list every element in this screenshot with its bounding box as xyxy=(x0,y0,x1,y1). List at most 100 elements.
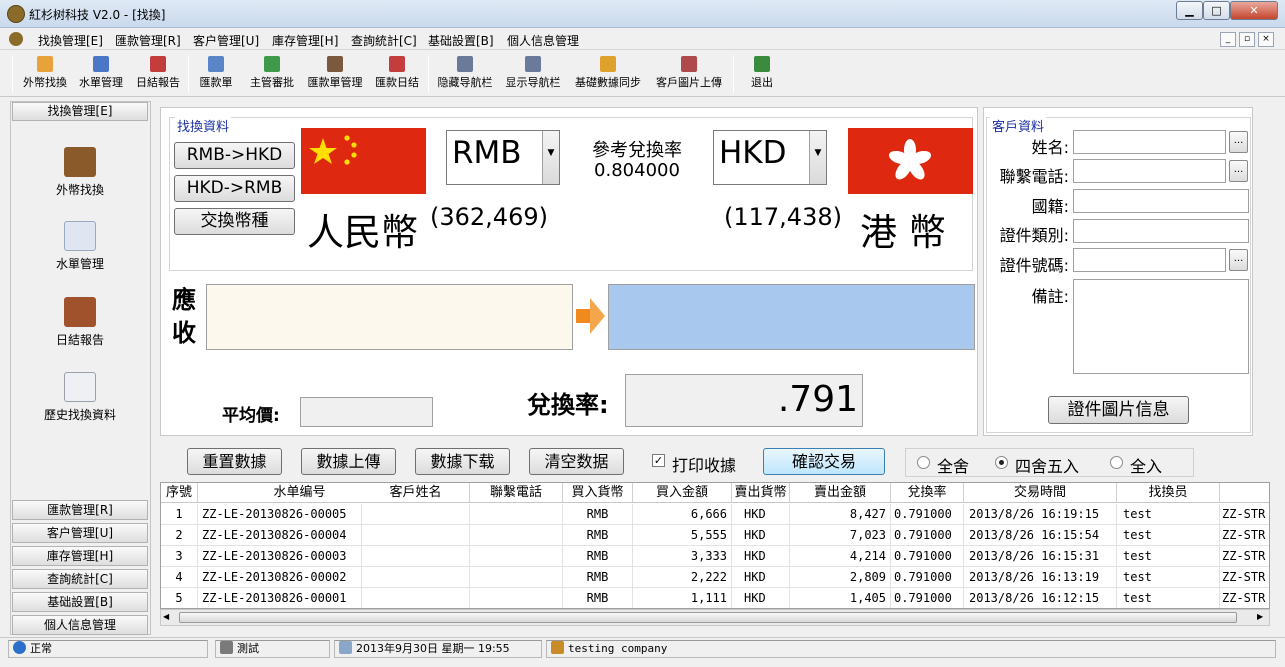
data-sync-button[interactable]: 基礎數據同步 xyxy=(569,51,647,97)
id-photo-button[interactable]: 證件圖片信息 xyxy=(1048,396,1189,424)
to-currency-select[interactable]: HKD ▼ xyxy=(713,130,827,185)
id-type-label: 證件類別: xyxy=(999,226,1069,245)
remittance-daily-button[interactable]: 匯款日结 xyxy=(370,51,424,97)
table-row[interactable]: 5 ZZ-LE-20130826-00001 RMB 1,111 HKD 1,405 0.7… xyxy=(161,588,1269,608)
mdi-close-icon[interactable]: × xyxy=(1258,32,1274,47)
id-number-input[interactable] xyxy=(1073,248,1226,272)
hide-nav-button[interactable]: 隐藏导航栏 xyxy=(433,51,497,97)
mdi-minimize-icon[interactable]: _ xyxy=(1220,32,1236,47)
from-amount-input[interactable] xyxy=(206,284,573,350)
customer-photo-upload-button[interactable]: 客戶圖片上傳 xyxy=(650,51,728,97)
table-cell: 2013/8/26 16:15:54 xyxy=(964,525,1117,546)
table-cell: HKD xyxy=(732,546,790,567)
sidebar-inventory[interactable]: 庫存管理[H] xyxy=(12,546,148,566)
table-cell: 2013/8/26 16:15:31 xyxy=(964,546,1117,567)
chevron-down-icon[interactable]: ▼ xyxy=(542,131,559,184)
receipt-management-button[interactable]: 水單管理 xyxy=(74,51,128,97)
col-header[interactable]: 賣出貨幣 xyxy=(732,483,790,503)
sidebar-item-daily-report[interactable]: 日結報告 xyxy=(12,297,148,348)
clear-data-button[interactable]: 清空数据 xyxy=(529,448,624,475)
daily-report-button[interactable]: 日結報告 xyxy=(131,51,185,97)
customer-name-label: 姓名: xyxy=(1031,138,1069,157)
sidebar-item-receipts[interactable]: 水單管理 xyxy=(12,221,148,272)
remittance-form-button[interactable]: 匯款單 xyxy=(194,51,238,97)
remittance-management-button[interactable]: 匯款單管理 xyxy=(302,51,368,97)
table-row[interactable]: 4 ZZ-LE-20130826-00002 RMB 2,222 HKD 2,809 0.7… xyxy=(161,567,1269,588)
sidebar-remittance[interactable]: 匯款管理[R] xyxy=(12,500,148,520)
table-cell: HKD xyxy=(732,504,790,525)
menu-exchange[interactable]: 找換管理[E] xyxy=(38,32,103,49)
rate-field[interactable]: .791 xyxy=(625,374,863,427)
confirm-transaction-button[interactable]: 確認交易 xyxy=(763,448,885,475)
remittance-icon xyxy=(208,56,224,72)
col-header[interactable]: 交易時間 xyxy=(964,483,1117,503)
horizontal-scrollbar[interactable]: ◀ ▶ xyxy=(160,609,1270,626)
menu-customer[interactable]: 客户管理[U] xyxy=(193,32,259,49)
foreign-exchange-button[interactable]: 外幣找換 xyxy=(17,51,73,97)
table-row[interactable]: 2 ZZ-LE-20130826-00004 RMB 5,555 HKD 7,023 0.7… xyxy=(161,525,1269,546)
menu-inventory[interactable]: 庫存管理[H] xyxy=(272,32,338,49)
scroll-right-icon[interactable]: ▶ xyxy=(1257,612,1263,621)
sidebar-item-history[interactable]: 歷史找換資料 xyxy=(12,372,148,423)
menu-query[interactable]: 查詢統計[C] xyxy=(351,32,417,49)
exit-icon xyxy=(754,56,770,72)
scrollbar-thumb[interactable] xyxy=(179,612,1237,623)
col-header[interactable]: 聯繫電話 xyxy=(470,483,563,503)
close-button[interactable]: ✕ xyxy=(1230,1,1278,20)
col-header[interactable]: 買入金額 xyxy=(633,483,732,503)
id-type-input[interactable] xyxy=(1073,219,1249,243)
maximize-button[interactable]: □ xyxy=(1203,1,1230,20)
chevron-down-icon[interactable]: ▼ xyxy=(809,131,826,184)
minimize-button[interactable]: ▁ xyxy=(1176,1,1203,20)
menu-remittance[interactable]: 匯款管理[R] xyxy=(115,32,181,49)
col-header[interactable]: 找換员 xyxy=(1117,483,1220,503)
print-receipt-checkbox[interactable]: ✓ xyxy=(652,454,665,467)
rmb-to-hkd-button[interactable]: RMB->HKD xyxy=(174,142,295,169)
table-cell: 0.791000 xyxy=(891,525,964,546)
customer-name-input[interactable] xyxy=(1073,130,1226,154)
table-cell: 5 xyxy=(161,588,198,608)
menu-personal[interactable]: 個人信息管理 xyxy=(507,32,579,49)
mdi-restore-icon[interactable]: ▫ xyxy=(1239,32,1255,47)
download-data-button[interactable]: 數據下载 xyxy=(415,448,510,475)
id-number-browse-button[interactable]: ... xyxy=(1229,249,1248,271)
table-cell: RMB xyxy=(563,567,633,588)
supervisor-approval-button[interactable]: 主管審批 xyxy=(245,51,299,97)
status-bar: 正常 測試 2013年9月30日 星期一 19:55 testing compa… xyxy=(0,637,1285,659)
menu-settings[interactable]: 基础設置[B] xyxy=(428,32,494,49)
sidebar-header-exchange[interactable]: 找換管理[E] xyxy=(12,102,148,121)
user-icon xyxy=(220,641,233,654)
round-half-radio[interactable] xyxy=(995,456,1008,469)
reset-data-button[interactable]: 重置數據 xyxy=(187,448,282,475)
hkd-to-rmb-button[interactable]: HKD->RMB xyxy=(174,175,295,202)
from-stock: (362,469) xyxy=(430,203,548,231)
phone-input[interactable] xyxy=(1073,159,1226,183)
col-header[interactable]: 買入貨幣 xyxy=(563,483,633,503)
sidebar-item-foreign-exchange[interactable]: 外幣找換 xyxy=(12,147,148,198)
show-nav-button[interactable]: 显示导航栏 xyxy=(501,51,565,97)
col-header[interactable]: 序號 xyxy=(161,483,198,503)
scroll-left-icon[interactable]: ◀ xyxy=(163,612,169,621)
nationality-input[interactable] xyxy=(1073,189,1249,213)
round-all-radio[interactable] xyxy=(917,456,930,469)
exit-button[interactable]: 退出 xyxy=(742,51,782,97)
col-header[interactable]: 兌換率 xyxy=(891,483,964,503)
phone-browse-button[interactable]: ... xyxy=(1229,160,1248,182)
swap-currency-button[interactable]: 交換幣種 xyxy=(174,208,295,235)
sidebar-personal[interactable]: 個人信息管理 xyxy=(12,615,148,635)
sidebar-query[interactable]: 查詢統計[C] xyxy=(12,569,148,589)
upload-data-button[interactable]: 數據上傳 xyxy=(301,448,396,475)
table-row[interactable]: 1 ZZ-LE-20130826-00005 RMB 6,666 HKD 8,427 0.7… xyxy=(161,504,1269,525)
table-cell: test xyxy=(1117,588,1220,608)
col-header[interactable]: 客戶姓名 xyxy=(362,483,470,503)
remark-textarea[interactable] xyxy=(1073,279,1249,374)
sidebar-customer[interactable]: 客户管理[U] xyxy=(12,523,148,543)
from-currency-select[interactable]: RMB ▼ xyxy=(446,130,560,185)
status-company: testing company xyxy=(546,640,1276,658)
table-cell: 0.791000 xyxy=(891,546,964,567)
col-header[interactable]: 賣出金額 xyxy=(790,483,891,503)
table-row[interactable]: 3 ZZ-LE-20130826-00003 RMB 3,333 HKD 4,214 0.7… xyxy=(161,546,1269,567)
round-up-radio[interactable] xyxy=(1110,456,1123,469)
customer-name-browse-button[interactable]: ... xyxy=(1229,131,1248,153)
sidebar-settings[interactable]: 基础設置[B] xyxy=(12,592,148,612)
